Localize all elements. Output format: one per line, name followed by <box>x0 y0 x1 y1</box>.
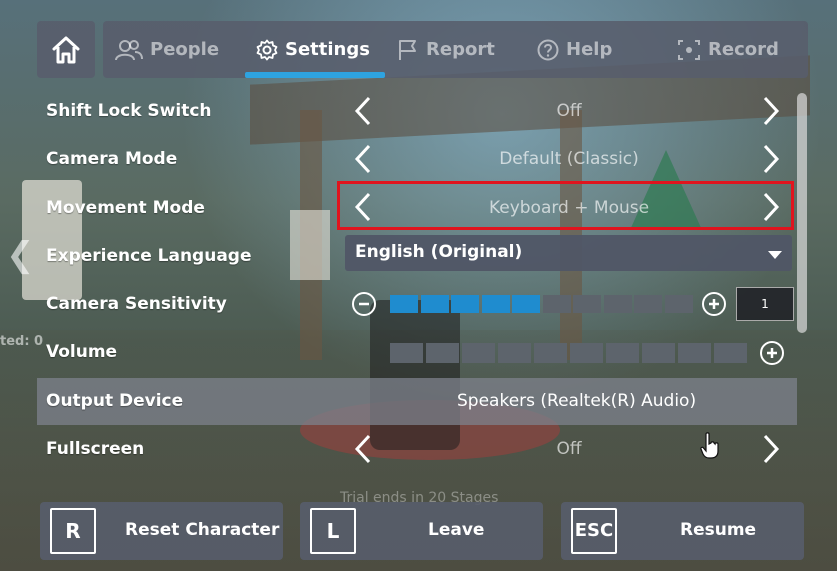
home-icon <box>52 36 80 63</box>
question-icon <box>537 39 559 60</box>
leave-button[interactable]: L Leave <box>300 502 543 560</box>
hand-cursor-icon <box>700 432 719 459</box>
chevron-left-icon <box>354 434 371 464</box>
camera-mode-value: Default (Classic) <box>499 149 639 169</box>
slider-segment[interactable] <box>512 295 540 313</box>
volume-label: Volume <box>46 342 118 362</box>
language-value: English (Original) <box>355 242 523 262</box>
side-text: ted: 0 <box>0 334 44 349</box>
tab-help[interactable]: Help <box>537 21 612 78</box>
tab-label: Settings <box>285 39 370 60</box>
home-button[interactable] <box>37 21 95 78</box>
gear-icon <box>256 39 278 60</box>
people-icon <box>115 39 143 60</box>
key-hint: ESC <box>571 508 617 554</box>
resume-button[interactable]: ESC Resume <box>561 502 804 560</box>
slider-segment[interactable] <box>462 343 495 363</box>
fullscreen-label: Fullscreen <box>46 439 145 459</box>
movement-mode-label: Movement Mode <box>46 198 205 218</box>
slider-segment[interactable] <box>714 343 747 363</box>
chevron-right-icon <box>763 192 780 222</box>
shift-lock-next-button[interactable] <box>756 91 786 131</box>
sensitivity-increase-button[interactable] <box>702 292 726 316</box>
shift-lock-prev-button[interactable] <box>348 91 378 131</box>
sign-board <box>290 210 330 280</box>
slider-segment[interactable] <box>573 295 601 313</box>
movement-mode-prev-button[interactable] <box>348 187 378 227</box>
resume-label: Resume <box>680 520 757 540</box>
slider-segment[interactable] <box>678 343 711 363</box>
output-device-row[interactable]: Output Device Speakers (Realtek(R) Audio… <box>37 378 797 425</box>
output-device-value: Speakers (Realtek(R) Audio) <box>457 391 697 411</box>
language-dropdown[interactable]: English (Original) <box>345 235 792 271</box>
reset-character-button[interactable]: R Reset Character <box>40 502 283 560</box>
chevron-right-icon <box>763 96 780 126</box>
slider-segment[interactable] <box>603 295 632 313</box>
avatar-character <box>370 300 460 450</box>
minus-icon <box>359 302 369 306</box>
camera-mode-label: Camera Mode <box>46 149 178 169</box>
movement-mode-next-button[interactable] <box>756 187 786 227</box>
volume-increase-button[interactable] <box>760 341 784 365</box>
slider-segment[interactable] <box>570 343 603 363</box>
caret-down-icon <box>768 251 782 259</box>
flag-icon <box>399 39 416 60</box>
top-tab-bar: People Settings Report Help Record <box>103 21 808 78</box>
tab-label: Record <box>708 39 779 60</box>
fullscreen-next-button[interactable] <box>756 429 786 469</box>
reset-character-label: Reset Character <box>125 520 280 540</box>
tab-report[interactable]: Report <box>397 21 495 78</box>
tab-settings[interactable]: Settings <box>256 21 370 78</box>
camera-mode-prev-button[interactable] <box>348 139 378 179</box>
record-icon <box>678 39 700 60</box>
tab-label: Help <box>566 39 613 60</box>
slider-segment[interactable] <box>534 343 567 363</box>
sensitivity-decrease-button[interactable] <box>352 292 376 316</box>
slider-segment[interactable] <box>642 343 675 363</box>
slider-segment[interactable] <box>634 295 662 313</box>
slider-segment[interactable] <box>390 295 418 313</box>
plus-icon <box>767 348 777 358</box>
slider-segment[interactable] <box>664 295 693 313</box>
slider-segment[interactable] <box>481 295 510 313</box>
chevron-left-icon <box>354 192 371 222</box>
slider-segment[interactable] <box>498 343 531 363</box>
tab-people[interactable]: People <box>115 21 219 78</box>
key-hint: L <box>310 508 356 554</box>
movement-mode-value: Keyboard + Mouse <box>488 198 650 218</box>
leave-label: Leave <box>428 520 485 540</box>
camera-sensitivity-label: Camera Sensitivity <box>46 294 227 314</box>
chevron-left-icon <box>354 96 371 126</box>
slider-segment[interactable] <box>542 295 571 313</box>
output-device-label: Output Device <box>46 391 184 411</box>
slider-segment[interactable] <box>606 343 639 363</box>
slider-segment[interactable] <box>390 343 423 363</box>
chevron-left-icon <box>354 144 371 174</box>
back-arrow-icon: ❮ <box>6 235 35 275</box>
plus-icon <box>709 299 719 309</box>
language-label: Experience Language <box>46 246 252 266</box>
shift-lock-value: Off <box>556 101 582 121</box>
sensitivity-value-input[interactable]: 1 <box>736 287 794 321</box>
slider-segment[interactable] <box>426 343 459 363</box>
settings-scrollbar[interactable] <box>797 93 807 333</box>
game-background: ❮ ted: 0 Trial ends in 20 Stages <box>0 0 837 571</box>
slider-segment[interactable] <box>420 295 449 313</box>
tab-record[interactable]: Record <box>677 21 779 78</box>
chevron-right-icon <box>763 144 780 174</box>
tab-label: Report <box>426 39 495 60</box>
fullscreen-prev-button[interactable] <box>348 429 378 469</box>
key-hint: R <box>50 508 96 554</box>
slider-segment[interactable] <box>451 295 479 313</box>
tab-label: People <box>150 39 220 60</box>
active-tab-indicator <box>245 72 385 78</box>
chevron-right-icon <box>763 434 780 464</box>
camera-mode-next-button[interactable] <box>756 139 786 179</box>
shift-lock-label: Shift Lock Switch <box>46 101 212 121</box>
